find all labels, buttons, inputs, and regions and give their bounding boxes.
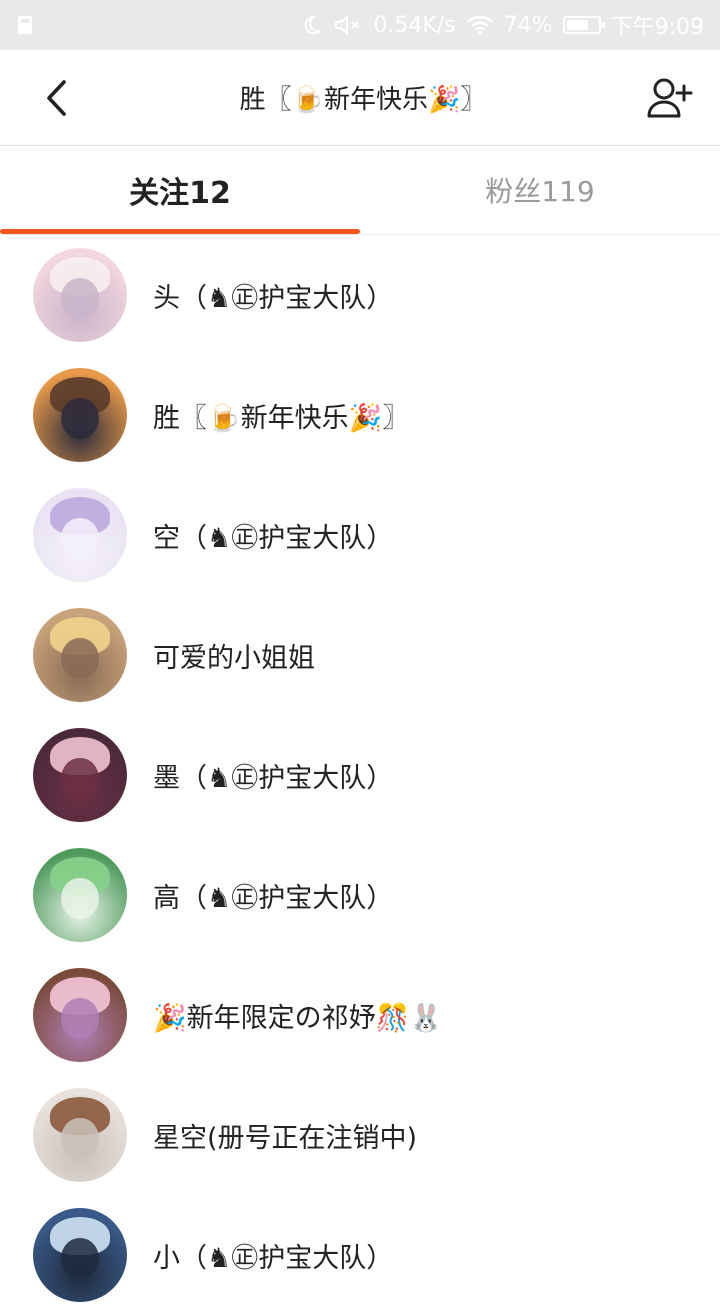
tab-following[interactable]: 关注12 xyxy=(0,146,360,234)
user-nickname: 星空(册号正在注销中) xyxy=(153,1122,418,1154)
status-left xyxy=(18,16,32,34)
list-item[interactable]: 墨（♞㊣护宝大队） xyxy=(0,715,720,835)
speaker-mute-icon xyxy=(335,14,360,36)
moon-icon xyxy=(305,15,322,35)
page-title: 胜〖🍺新年快乐🎉〗 xyxy=(239,85,487,115)
follow-tabs: 关注12 粉丝119 xyxy=(0,146,720,235)
tab-indicator xyxy=(0,229,360,234)
clock: 下午9:09 xyxy=(610,15,704,40)
list-item[interactable]: 头（♞㊣护宝大队） xyxy=(0,235,720,355)
avatar[interactable] xyxy=(33,248,127,342)
avatar[interactable] xyxy=(33,728,127,822)
list-item[interactable]: 胜〖🍺新年快乐🎉〗 xyxy=(0,355,720,475)
user-nickname: 空（♞㊣护宝大队） xyxy=(153,522,394,554)
back-button[interactable] xyxy=(30,72,82,124)
tab-fans[interactable]: 粉丝119 xyxy=(360,146,720,234)
sim-card-icon xyxy=(18,16,32,34)
status-right: 0.54K/s 74% 下午9:09 xyxy=(301,9,704,41)
user-nickname: 🎉新年限定の祁妤🎊🐰 xyxy=(153,1002,443,1034)
title-bar: 胜〖🍺新年快乐🎉〗 xyxy=(0,50,720,146)
battery-percent: 74% xyxy=(503,12,553,38)
avatar[interactable] xyxy=(33,488,127,582)
battery-icon xyxy=(562,16,605,34)
following-list: 头（♞㊣护宝大队） 胜〖🍺新年快乐🎉〗 空（♞㊣护宝大队） 可爱的小姐姐 墨（♞… xyxy=(0,235,720,1315)
add-follow-button[interactable] xyxy=(644,72,696,124)
list-item[interactable]: 高（♞㊣护宝大队） xyxy=(0,835,720,955)
add-user-icon xyxy=(647,78,693,117)
list-item[interactable]: 空（♞㊣护宝大队） xyxy=(0,475,720,595)
user-nickname: 小（♞㊣护宝大队） xyxy=(153,1242,394,1274)
list-item[interactable]: 星空(册号正在注销中) xyxy=(0,1075,720,1195)
list-item[interactable]: 🎉新年限定の祁妤🎊🐰 xyxy=(0,955,720,1075)
avatar[interactable] xyxy=(33,1208,127,1302)
battery-fill xyxy=(566,20,588,30)
user-nickname: 墨（♞㊣护宝大队） xyxy=(153,762,394,794)
user-nickname: 头（♞㊣护宝大队） xyxy=(153,282,394,314)
chevron-left-icon xyxy=(47,79,66,116)
avatar[interactable] xyxy=(33,608,127,702)
user-nickname: 可爱的小姐姐 xyxy=(153,642,315,674)
list-item[interactable]: 可爱的小姐姐 xyxy=(0,595,720,715)
avatar[interactable] xyxy=(33,1088,127,1182)
wifi-icon xyxy=(466,15,493,35)
avatar[interactable] xyxy=(33,968,127,1062)
network-speed: 0.54K/s xyxy=(373,12,456,38)
user-nickname: 高（♞㊣护宝大队） xyxy=(153,882,394,914)
status-bar: 0.54K/s 74% 下午9:09 xyxy=(0,0,720,50)
list-item[interactable]: 小（♞㊣护宝大队） xyxy=(0,1195,720,1315)
avatar[interactable] xyxy=(33,848,127,942)
user-nickname: 胜〖🍺新年快乐🎉〗 xyxy=(153,402,410,434)
avatar[interactable] xyxy=(33,368,127,462)
